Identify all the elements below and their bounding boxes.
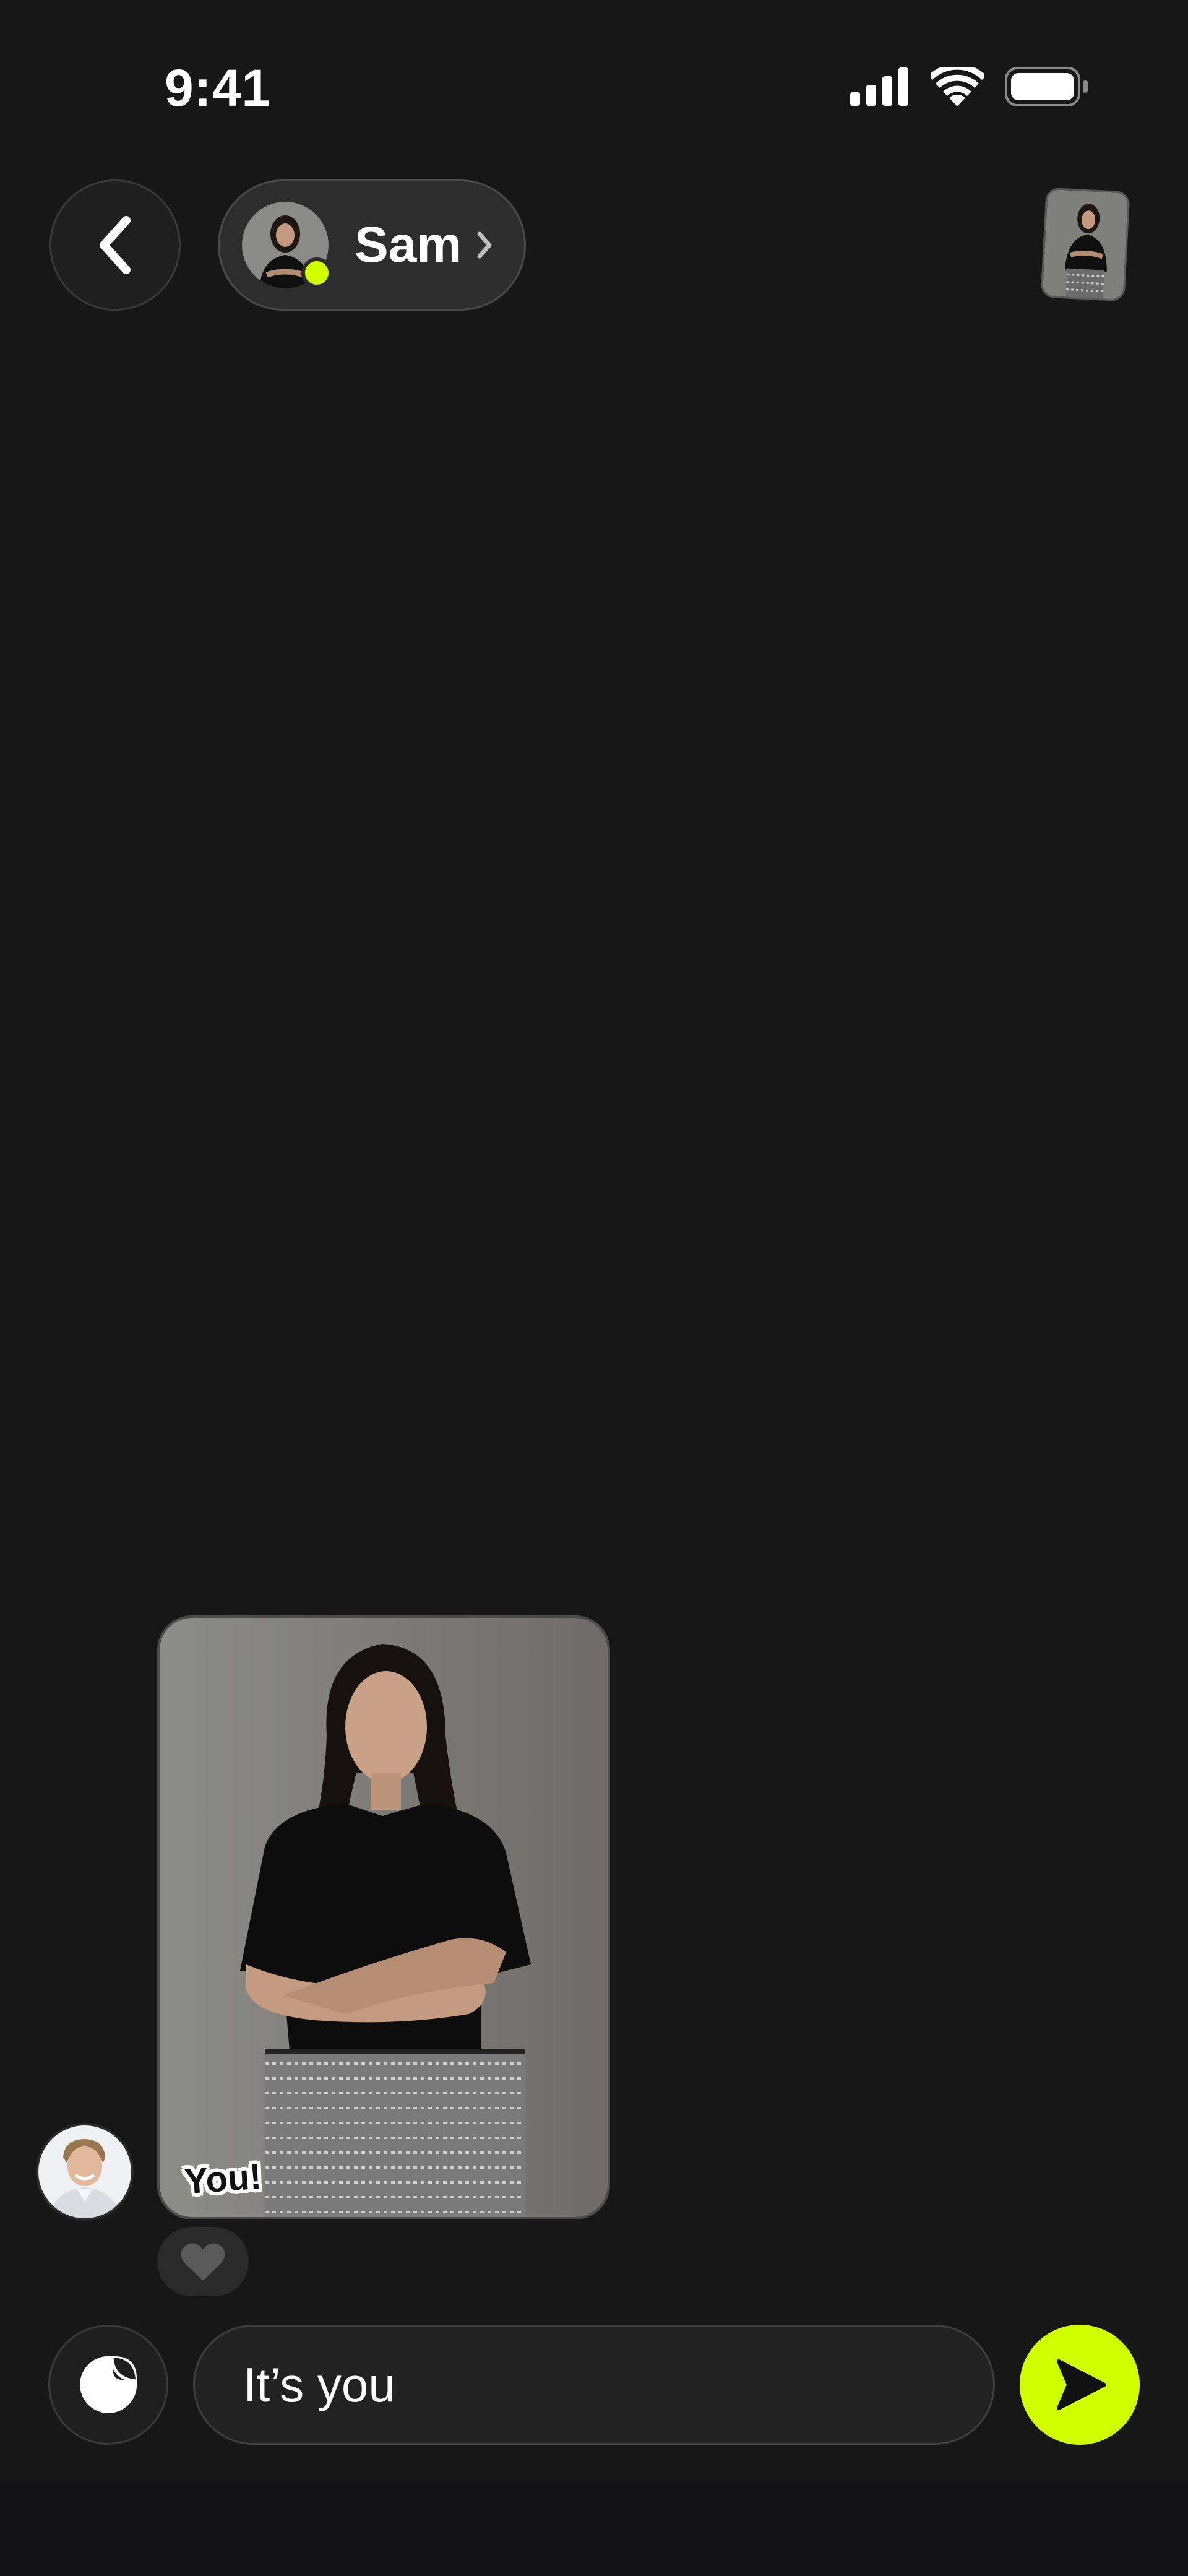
- message-input[interactable]: It’s you: [193, 2325, 995, 2445]
- sticker-button[interactable]: [48, 2325, 168, 2445]
- online-status-dot: [301, 257, 332, 288]
- photo-message[interactable]: You!: [157, 1615, 610, 2219]
- status-time: 9:41: [165, 59, 272, 117]
- heart-reaction-button[interactable]: [157, 2227, 249, 2296]
- cellular-signal-icon: [850, 67, 908, 106]
- chevron-right-icon: [477, 231, 492, 259]
- chevron-left-icon: [100, 216, 131, 274]
- contact-name: Sam: [355, 217, 462, 273]
- status-icons: [850, 67, 1089, 106]
- you-sticker: You!: [183, 2156, 263, 2202]
- chat-screen: 9:41 Sam You! It’s you: [0, 0, 1188, 2576]
- sender-avatar[interactable]: [36, 2123, 134, 2221]
- contact-header-button[interactable]: Sam: [218, 179, 526, 311]
- contact-avatar: [242, 202, 332, 288]
- send-icon: [1057, 2359, 1106, 2410]
- wifi-icon: [931, 67, 984, 106]
- heart-icon: [181, 2243, 225, 2281]
- send-button[interactable]: [1020, 2325, 1140, 2445]
- back-button[interactable]: [50, 179, 181, 311]
- battery-icon: [1005, 67, 1088, 106]
- home-indicator-area: [0, 2482, 1188, 2576]
- shared-photo-thumbnail[interactable]: [1040, 187, 1130, 302]
- sticker-icon: [80, 2356, 137, 2413]
